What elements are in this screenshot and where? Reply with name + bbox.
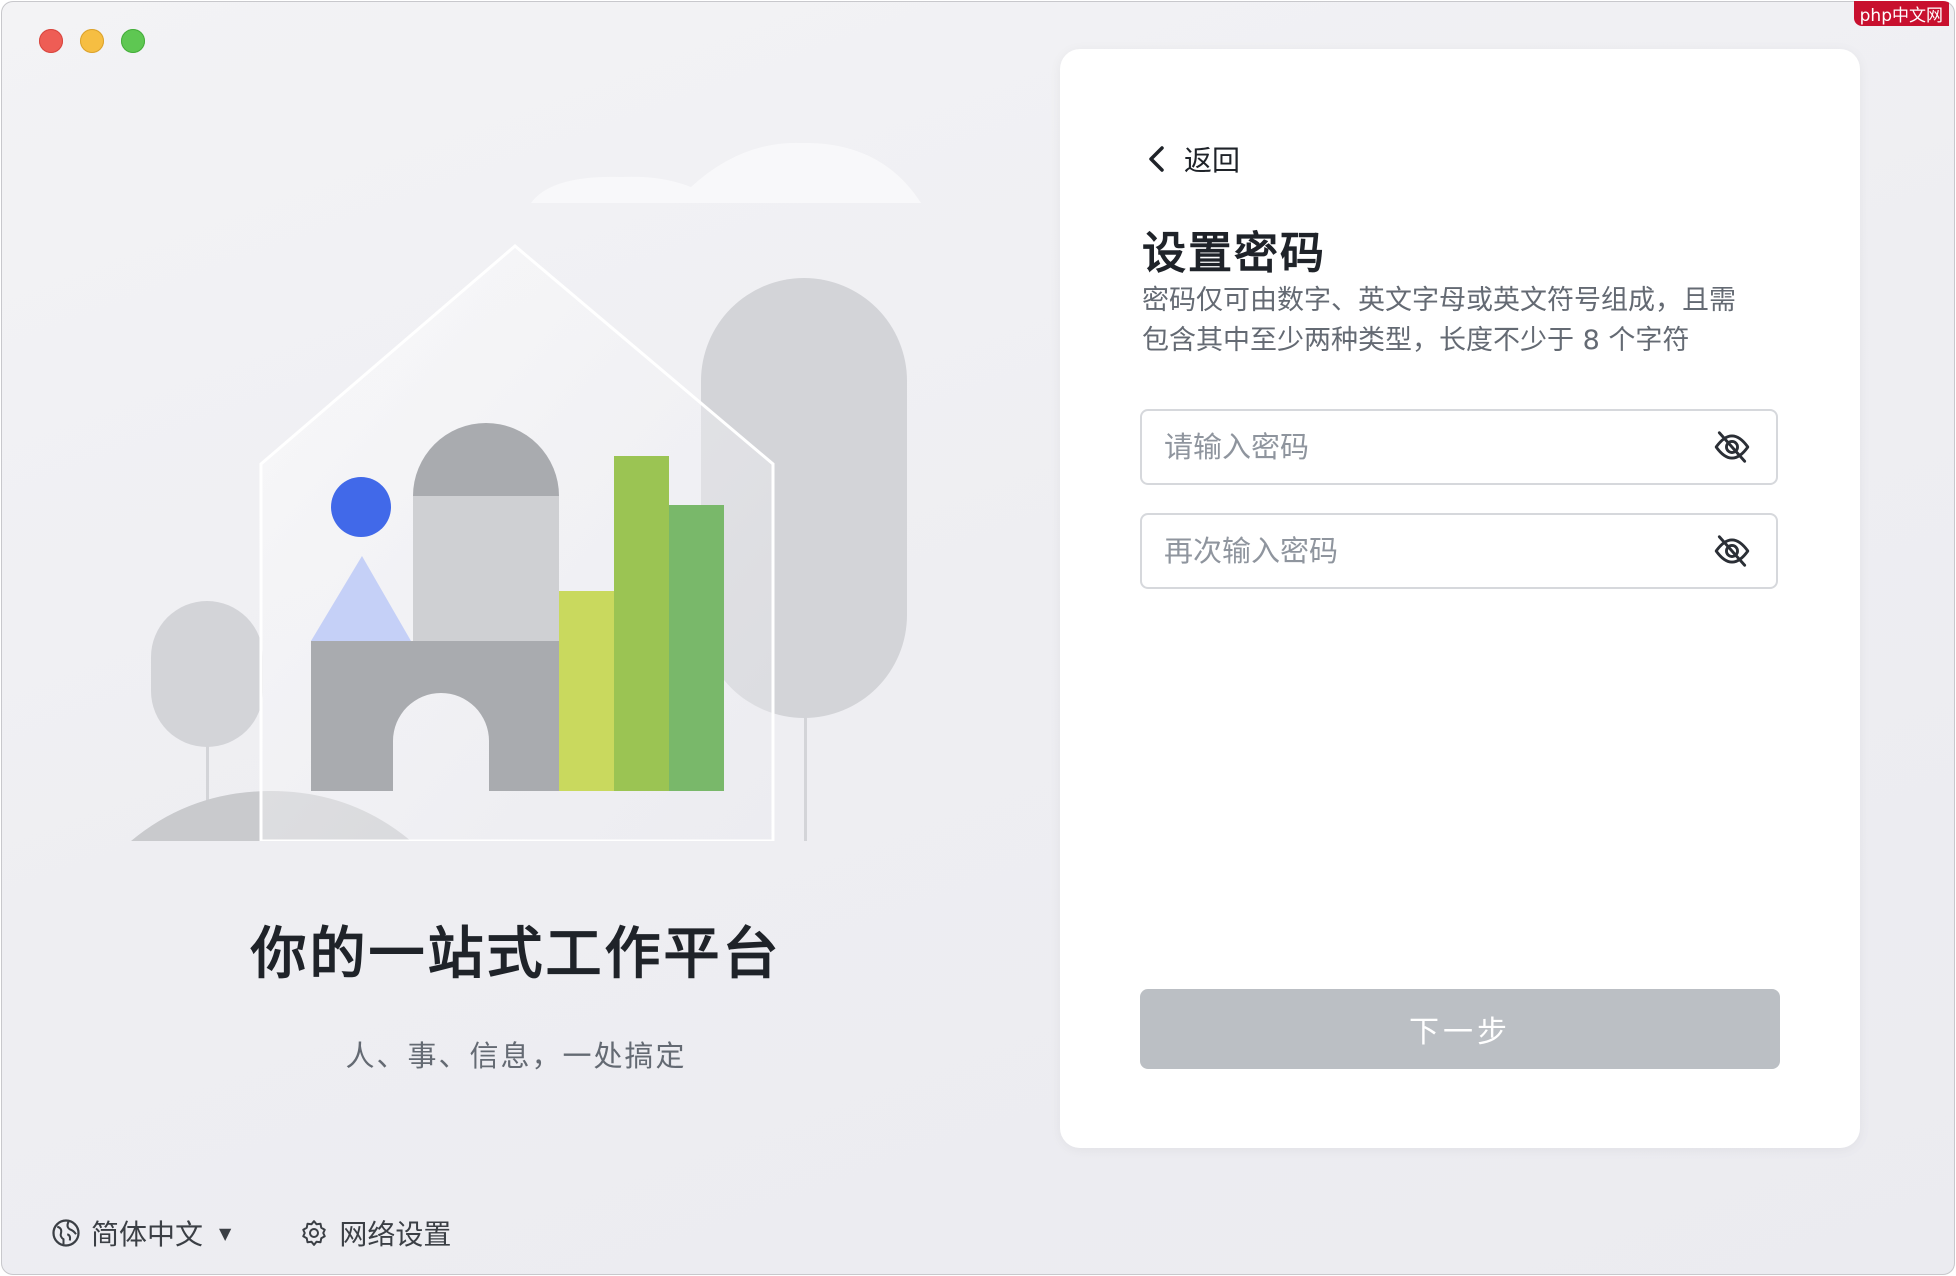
network-settings-button[interactable]: 网络设置 [299,1213,451,1253]
footer-bar: 简体中文 ▼ 网络设置 [51,1213,451,1253]
network-settings-label: 网络设置 [339,1218,452,1251]
back-button[interactable]: 返回 [1146,139,1240,179]
chevron-left-icon [1149,146,1164,172]
tree-left-canopy [151,601,263,747]
window-controls [39,29,145,53]
bar-green [614,456,669,791]
set-password-card: 返回 设置密码 密码仅可由数字、英文字母或英文符号组成，且需包含其中至少两种类型… [1060,49,1860,1148]
cloud-shape [531,142,921,203]
silo-body [413,496,559,641]
caret-down-icon: ▼ [219,1223,232,1243]
tree-right-trunk [804,701,807,841]
confirm-password-field [1140,513,1778,589]
next-step-button[interactable]: 下一步 [1140,989,1780,1069]
maximize-window-button[interactable] [121,29,145,53]
minimize-window-button[interactable] [80,29,104,53]
confirm-password-input[interactable] [1142,515,1712,587]
blue-circle-shape [331,477,391,537]
back-label: 返回 [1184,144,1241,177]
hero-title: 你的一站式工作平台 [250,922,782,987]
password-field [1140,409,1778,485]
language-selector[interactable]: 简体中文 ▼ [51,1213,231,1253]
page-title: 设置密码 [1142,228,1326,279]
watermark: php中文网 [1853,1,1949,26]
workspace-illustration [131,142,921,841]
globe-icon [52,1219,80,1247]
eye-off-icon[interactable] [1712,531,1752,571]
app-window: php中文网 你的一站式工作平台 人、事、信息，一处搞定 简体中文 ▼ 网络设置… [1,1,1955,1275]
gear-icon [302,1220,327,1246]
bar-dark-green [669,505,724,791]
password-input[interactable] [1142,411,1712,483]
password-rules-text: 密码仅可由数字、英文字母或英文符号组成，且需包含其中至少两种类型，长度不少于 8… [1142,285,1736,356]
eye-off-icon[interactable] [1712,427,1752,467]
hero-subtitle: 人、事、信息，一处搞定 [345,1039,687,1073]
bar-light-green [559,591,614,791]
language-label: 简体中文 [91,1218,204,1251]
close-window-button[interactable] [39,29,63,53]
tree-left-trunk [206,731,209,801]
